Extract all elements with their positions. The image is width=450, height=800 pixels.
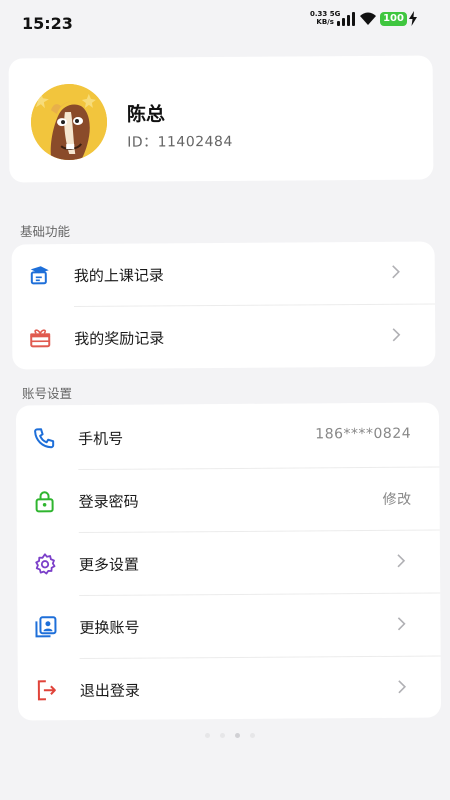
page-indicator: [200, 732, 260, 740]
password-label: 登录密码: [78, 492, 139, 512]
class-record-icon: [30, 266, 49, 285]
switch-account-item[interactable]: 更换账号: [17, 594, 440, 659]
password-modify-link[interactable]: 修改: [382, 489, 412, 509]
battery-indicator: 100: [380, 12, 407, 26]
gear-icon: [35, 553, 56, 575]
section-title-account: 账号设置: [22, 386, 73, 401]
phone-item[interactable]: 手机号 186****0824: [16, 405, 439, 470]
chevron-right-icon: [398, 680, 407, 694]
wifi-icon: [360, 12, 376, 25]
logout-item[interactable]: 退出登录: [18, 657, 441, 722]
charging-icon: [409, 11, 417, 26]
horse-cartoon-avatar-icon: [30, 83, 108, 161]
chevron-right-icon: [397, 617, 406, 631]
password-item[interactable]: 登录密码 修改: [16, 468, 439, 533]
chevron-right-icon: [392, 265, 400, 279]
network-speed-value: 0.33 5G: [310, 10, 341, 18]
phone-icon: [34, 428, 55, 449]
gift-icon: [30, 329, 51, 348]
phone-label: 手机号: [78, 429, 124, 449]
class-record-item[interactable]: 我的上课记录: [12, 242, 435, 307]
switch-account-icon: [35, 616, 57, 638]
user-name: 陈总: [126, 103, 166, 126]
status-bar: 15:23 0.33 5G KB/s 100: [0, 0, 450, 46]
basic-functions-card: 我的上课记录 我的奖励记录: [11, 241, 436, 370]
account-settings-card: 手机号 186****0824 登录密码 修改 更多设置 更换账号 退出登录: [15, 402, 442, 722]
user-id: ID：11402484: [127, 133, 233, 151]
avatar[interactable]: [30, 83, 108, 161]
switch-account-label: 更换账号: [79, 618, 140, 638]
status-time: 15:23: [22, 14, 73, 33]
chevron-right-icon: [392, 328, 401, 342]
signal-icon: [337, 12, 357, 26]
network-speed: 0.33 5G KB/s: [310, 10, 340, 26]
phone-value: 186****0824: [315, 425, 412, 443]
network-speed-unit: KB/s: [316, 18, 334, 26]
more-settings-item[interactable]: 更多设置: [17, 531, 440, 596]
profile-card[interactable]: 陈总 ID：11402484: [8, 55, 434, 183]
reward-record-label: 我的奖励记录: [74, 329, 165, 349]
more-settings-label: 更多设置: [78, 555, 140, 575]
reward-record-item[interactable]: 我的奖励记录: [12, 305, 435, 370]
section-title-basic: 基础功能: [20, 224, 71, 239]
logout-icon: [37, 680, 56, 701]
chevron-right-icon: [397, 554, 406, 568]
lock-icon: [35, 491, 54, 513]
logout-label: 退出登录: [79, 681, 140, 701]
class-record-label: 我的上课记录: [73, 266, 164, 286]
